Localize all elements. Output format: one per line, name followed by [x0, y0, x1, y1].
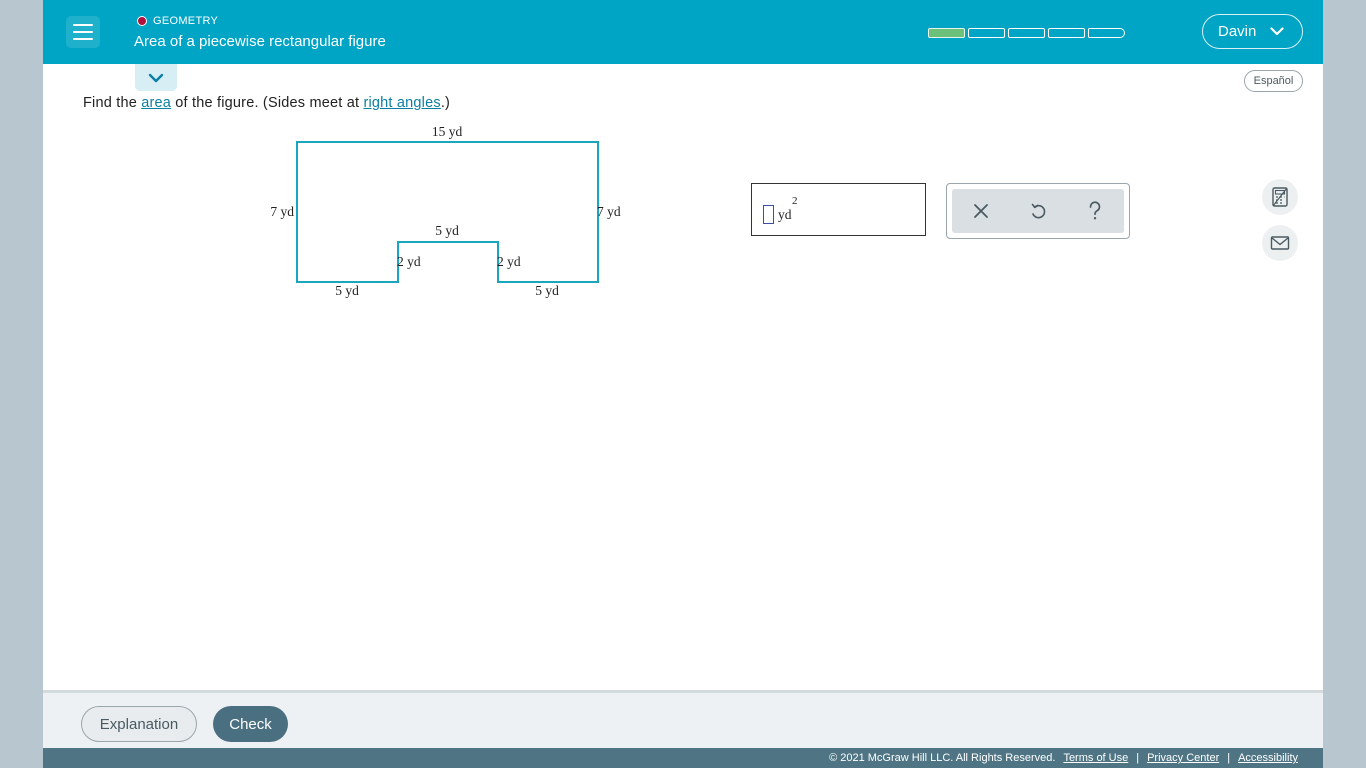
copyright-text: © 2021 McGraw Hill LLC. All Rights Reser…	[829, 752, 1055, 764]
accessibility-link[interactable]: Accessibility	[1238, 752, 1298, 764]
label-notch-top: 5 yd	[435, 223, 459, 238]
progress-segment	[1088, 28, 1125, 38]
progress-segment	[928, 28, 965, 38]
terms-of-use-link[interactable]: Terms of Use	[1063, 752, 1128, 764]
question-text: Find the area of the figure. (Sides meet…	[83, 95, 450, 111]
hamburger-icon-line	[73, 31, 93, 33]
message-button[interactable]	[1262, 225, 1298, 261]
clear-icon	[973, 204, 988, 218]
privacy-center-link[interactable]: Privacy Center	[1147, 752, 1219, 764]
hamburger-icon-line	[73, 38, 93, 40]
user-menu-button[interactable]: Davin	[1202, 14, 1303, 49]
undo-icon	[1031, 203, 1046, 219]
answer-tools	[952, 189, 1124, 233]
help-button[interactable]	[1067, 189, 1124, 233]
label-right: 7 yd	[597, 204, 621, 219]
label-top: 15 yd	[432, 124, 463, 139]
topic-row: GEOMETRY	[137, 15, 218, 27]
menu-button[interactable]	[66, 16, 100, 48]
figure-diagram: 15 yd 7 yd 7 yd 5 yd 2 yd 2 yd 5 yd 5 yd	[270, 124, 621, 298]
collapse-toggle[interactable]	[135, 64, 177, 91]
header-bar: GEOMETRY Area of a piecewise rectangular…	[43, 0, 1323, 64]
help-icon	[1089, 201, 1101, 220]
copyright-icon: ©	[829, 752, 838, 764]
answer-unit-exponent: 2	[792, 195, 798, 207]
figure-outline	[296, 141, 599, 283]
label-bottom-right: 5 yd	[535, 283, 559, 298]
label-bottom-left: 5 yd	[335, 283, 359, 298]
clear-button[interactable]	[952, 189, 1009, 233]
label-left: 7 yd	[270, 204, 294, 219]
calculator-button[interactable]	[1262, 179, 1298, 215]
right-angles-link[interactable]: right angles	[363, 95, 440, 111]
undo-button[interactable]	[1009, 189, 1066, 233]
user-name: Davin	[1218, 23, 1257, 40]
answer-tools-panel	[946, 183, 1130, 239]
footer-separator: |	[1227, 752, 1231, 764]
footer-separator: |	[1136, 752, 1140, 764]
footer-bar: Explanation Check	[43, 690, 1323, 748]
answer-box: yd 2	[751, 183, 926, 236]
label-notch-left: 2 yd	[397, 254, 421, 269]
topic-dot-icon	[137, 16, 147, 26]
page-title: Area of a piecewise rectangular figure	[134, 33, 386, 50]
progress-segment	[968, 28, 1005, 38]
copyright-bar: © 2021 McGraw Hill LLC. All Rights Reser…	[43, 748, 1323, 768]
question-middle: of the figure. (Sides meet at	[171, 95, 364, 111]
label-notch-right: 2 yd	[497, 254, 521, 269]
question-suffix: .)	[440, 95, 451, 111]
progress-segment	[1008, 28, 1045, 38]
question-prefix: Find the	[83, 95, 142, 111]
answer-unit: yd	[778, 207, 792, 222]
calculator-icon	[1272, 187, 1288, 207]
explanation-button[interactable]: Explanation	[81, 706, 197, 742]
topic-label: GEOMETRY	[153, 15, 219, 27]
chevron-down-icon	[1270, 27, 1284, 36]
progress-segment	[1048, 28, 1085, 38]
check-button[interactable]: Check	[213, 706, 288, 742]
hamburger-icon-line	[73, 24, 93, 26]
chevron-down-icon	[148, 73, 164, 82]
mail-icon	[1270, 236, 1290, 250]
language-toggle-button[interactable]: Español	[1244, 70, 1303, 92]
copyright-label: 2021 McGraw Hill LLC. All Rights Reserve…	[840, 752, 1056, 764]
answer-input[interactable]	[763, 205, 774, 224]
area-link[interactable]: area	[141, 95, 171, 111]
app-window: GEOMETRY Area of a piecewise rectangular…	[43, 0, 1323, 768]
progress-bar	[928, 28, 1125, 38]
